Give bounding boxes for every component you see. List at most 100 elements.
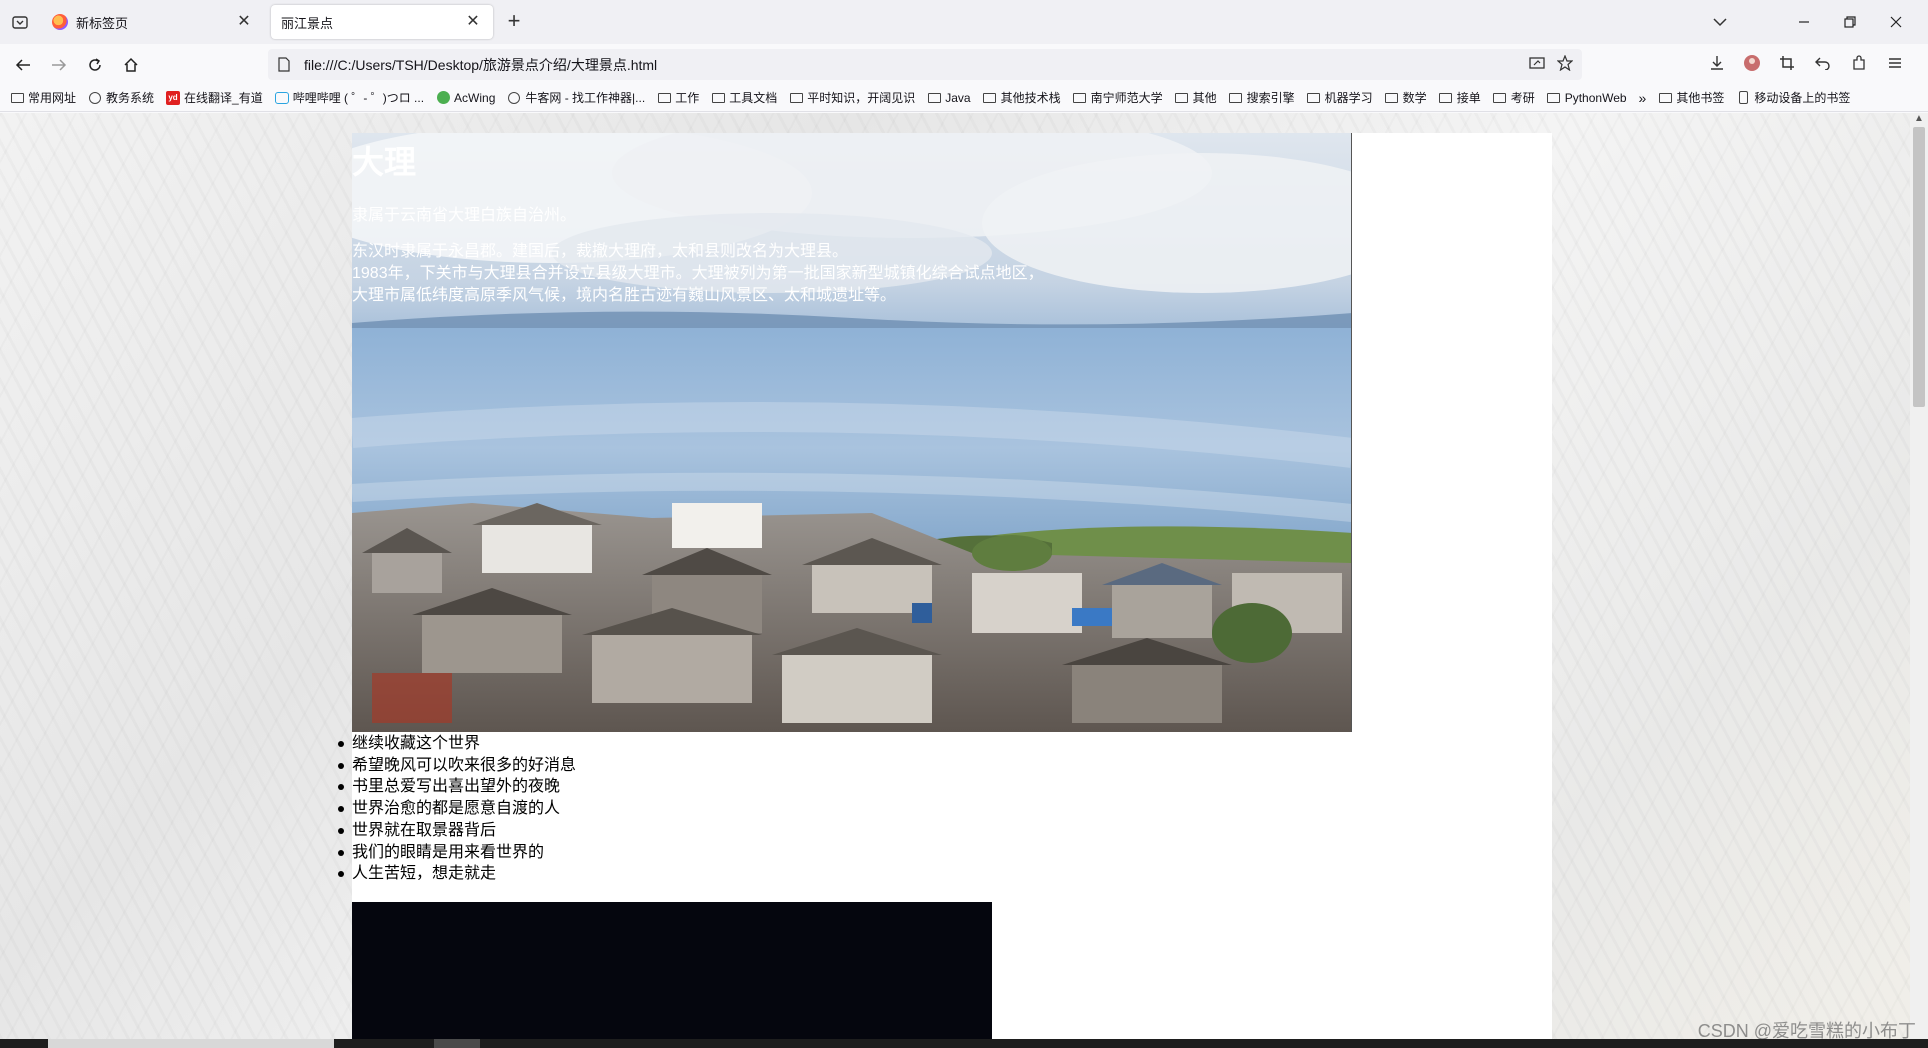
extensions-icon[interactable] — [1848, 52, 1870, 74]
downloads-icon[interactable] — [1706, 52, 1728, 74]
screenshot-icon[interactable] — [1776, 52, 1798, 74]
folder-icon — [1385, 92, 1399, 103]
url-text[interactable]: file:///C:/Users/TSH/Desktop/旅游景点介绍/大理景点… — [304, 55, 1582, 75]
list-item: 我们的眼睛是用来看世界的 — [337, 842, 576, 864]
reload-icon[interactable] — [82, 52, 108, 78]
scrollbar-thumb[interactable] — [1913, 127, 1925, 407]
bookmark-label: 数学 — [1402, 91, 1427, 105]
bookmark-label: PythonWeb — [1564, 90, 1627, 105]
bookmark-folder[interactable]: 数学 — [1385, 89, 1427, 106]
tab-lijiang[interactable]: 丽江景点 ✕ — [271, 5, 493, 39]
folder-icon — [1229, 92, 1243, 103]
folder-icon — [1073, 92, 1087, 103]
folder-icon — [1439, 92, 1453, 103]
scroll-up-arrow-icon[interactable]: ▲ — [1913, 113, 1925, 127]
back-icon[interactable] — [10, 52, 36, 78]
restore-icon[interactable] — [1836, 8, 1864, 36]
reader-view-icon[interactable] — [1526, 52, 1548, 74]
folder-icon — [1658, 92, 1672, 103]
history-text: 东汉时隶属于永昌郡。建国后，裁撤大理府，太和县则改名为大理县。 1983年，下关… — [352, 241, 1351, 307]
bookmark-item[interactable]: 教务系统 — [88, 89, 154, 106]
list-item: 人生苦短，想走就走 — [337, 863, 576, 885]
folder-icon — [711, 92, 725, 103]
bookmark-label: 南宁师范大学 — [1090, 91, 1163, 105]
tab-label: 丽江景点 — [281, 15, 334, 31]
taskbar-segment — [48, 1039, 334, 1048]
bookmark-folder[interactable]: 南宁师范大学 — [1073, 89, 1163, 106]
acwing-icon — [436, 91, 450, 104]
menu-icon[interactable] — [1884, 52, 1906, 74]
bookmark-folder[interactable]: 工具文档 — [711, 89, 777, 106]
watermark-text: CSDN @爱吃雪糕的小布丁 — [1697, 1021, 1916, 1039]
bookmark-star-icon[interactable] — [1554, 52, 1576, 74]
history-line: 1983年，下关市与大理县合并设立县级大理市。大理被列为第一批国家新型城镇化综合… — [352, 265, 1044, 282]
mobile-bookmarks[interactable]: 移动设备上的书签 — [1736, 89, 1850, 106]
bookmark-folder[interactable]: 考研 — [1493, 89, 1535, 106]
page-scrollbar[interactable]: ▲ — [1910, 113, 1928, 1039]
account-avatar-icon[interactable] — [1741, 52, 1763, 74]
page-title: 大理 — [352, 143, 417, 181]
bookmark-label: 考研 — [1510, 91, 1535, 105]
bookmark-label: 移动设备上的书签 — [1754, 91, 1851, 105]
taskbar-segment — [434, 1039, 480, 1048]
bilibili-icon — [274, 91, 289, 104]
forward-icon[interactable] — [46, 52, 72, 78]
bookmarks-overflow-chevron-icon[interactable]: » — [1639, 90, 1647, 106]
folder-icon — [1307, 92, 1321, 103]
firefox-icon — [52, 14, 68, 30]
bookmark-item[interactable]: 常用网址 — [10, 89, 76, 106]
overflow-label: » — [1638, 89, 1647, 106]
bookmark-item[interactable]: 牛客网 - 找工作神器|... — [507, 89, 645, 106]
bookmark-item[interactable]: yd 在线翻译_有道 — [166, 89, 263, 106]
tab-new-tab[interactable]: 新标签页 ✕ — [42, 5, 264, 39]
hero-image-section: 大理 隶属于云南省大理白族自治州。 东汉时隶属于永昌郡。建国后，裁撤大理府，太和… — [352, 133, 1352, 732]
other-bookmarks[interactable]: 其他书签 — [1658, 89, 1724, 106]
bookmark-label: 教务系统 — [106, 91, 155, 105]
list-item: 希望晚风可以吹来很多的好消息 — [337, 755, 576, 777]
minimize-icon[interactable] — [1790, 8, 1818, 36]
bookmark-label: AcWing — [454, 90, 496, 105]
bookmark-label: 机器学习 — [1324, 91, 1373, 105]
youdao-icon: yd — [166, 90, 181, 105]
bookmark-label: 牛客网 - 找工作神器|... — [525, 91, 646, 105]
mobile-device-icon — [1738, 91, 1748, 104]
bookmarks-toolbar: 常用网址 教务系统 yd 在线翻译_有道 哔哩哔哩 ( ゜- ゜)つロ ... A… — [0, 84, 1928, 112]
bookmark-folder[interactable]: 工作 — [657, 89, 699, 106]
close-tab-icon[interactable]: ✕ — [463, 12, 483, 32]
video-player[interactable] — [352, 902, 992, 1039]
bookmark-label: 其他书签 — [1676, 91, 1725, 105]
bookmark-label: 搜索引擎 — [1246, 91, 1295, 105]
history-line: 大理市属低纬度高原季风气候，境内名胜古迹有巍山风景区、太和城遗址等。 — [352, 287, 897, 304]
close-tab-icon[interactable]: ✕ — [234, 12, 254, 32]
bookmark-folder[interactable]: 其他技术栈 — [983, 89, 1061, 106]
list-all-tabs-icon[interactable] — [1706, 8, 1734, 36]
list-item: 书里总爱写出喜出望外的夜晚 — [337, 776, 576, 798]
tab-list-icon[interactable] — [8, 10, 32, 34]
bookmark-item[interactable]: 哔哩哔哩 ( ゜- ゜)つロ ... — [274, 89, 425, 106]
close-window-icon[interactable] — [1882, 8, 1910, 36]
home-icon[interactable] — [118, 52, 144, 78]
undo-icon[interactable] — [1812, 52, 1834, 74]
list-item: 世界治愈的都是愿意自渡的人 — [337, 798, 576, 820]
globe-icon — [508, 91, 521, 104]
bookmark-folder[interactable]: Java — [927, 90, 971, 105]
folder-icon — [983, 92, 997, 103]
bookmark-label: 工作 — [675, 91, 700, 105]
bookmark-label: Java — [945, 90, 971, 105]
bookmark-folder[interactable]: 其他 — [1175, 89, 1217, 106]
bookmark-folder[interactable]: 搜索引擎 — [1229, 89, 1295, 106]
globe-icon — [89, 91, 102, 104]
bookmark-folder[interactable]: PythonWeb — [1547, 91, 1627, 105]
folder-icon — [657, 92, 671, 103]
tab-bar: 新标签页 ✕ 丽江景点 ✕ + — [0, 0, 1928, 44]
bookmark-label: 哔哩哔哩 ( ゜- ゜)つロ ... — [292, 91, 425, 105]
new-tab-button[interactable]: + — [502, 10, 526, 34]
bookmark-folder[interactable]: 接单 — [1439, 89, 1481, 106]
bookmark-item[interactable]: AcWing — [436, 91, 495, 105]
intro-text: 隶属于云南省大理白族自治州。 — [352, 207, 577, 224]
bookmark-folder[interactable]: 机器学习 — [1307, 89, 1373, 106]
tab-label: 新标签页 — [76, 15, 129, 31]
url-bar[interactable]: file:///C:/Users/TSH/Desktop/旅游景点介绍/大理景点… — [268, 49, 1582, 80]
bookmark-label: 接单 — [1456, 91, 1481, 105]
bookmark-folder[interactable]: 平时知识，开阔见识 — [789, 89, 915, 106]
